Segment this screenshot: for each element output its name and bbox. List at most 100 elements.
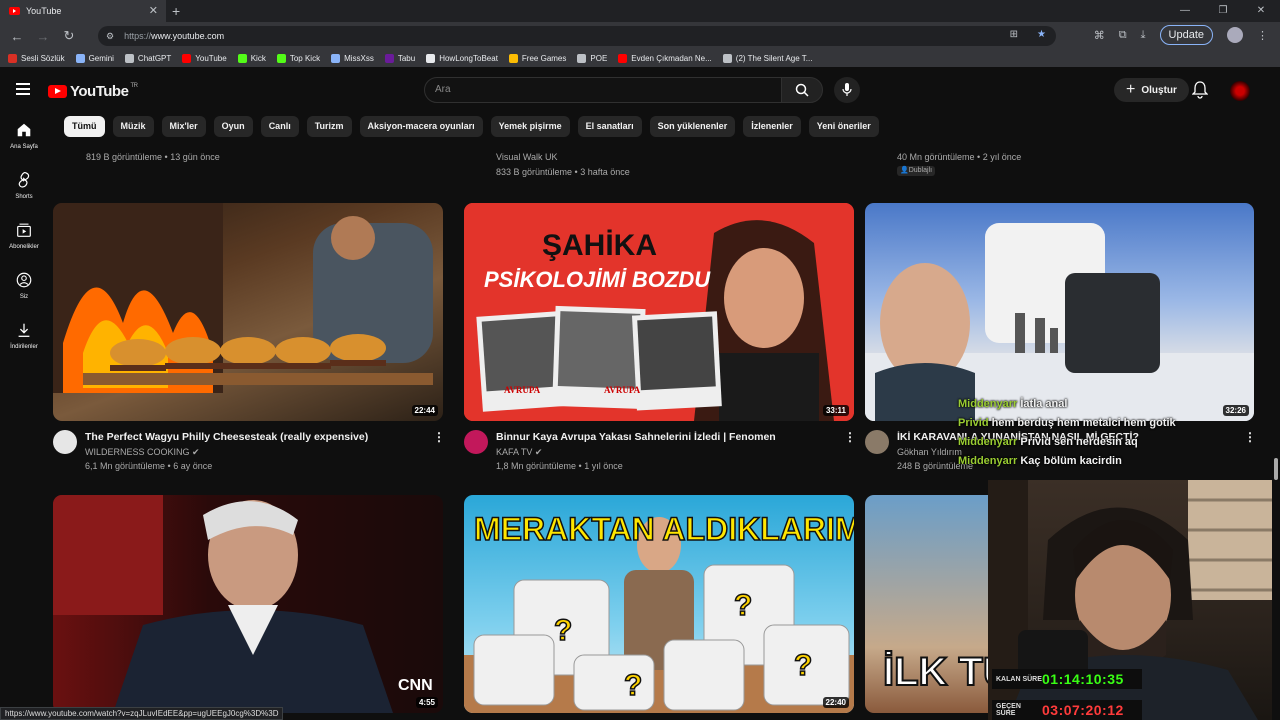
timer-value: 03:07:20:12	[1042, 702, 1124, 718]
filter-chip[interactable]: Yemek pişirme	[490, 116, 570, 137]
dubbed-icon: 👤	[900, 167, 909, 174]
thumbnail-headline: PSİKOLOJİMİ BOZDU	[484, 267, 711, 292]
bookmark-item[interactable]: Free Games	[508, 54, 566, 63]
page-scrollbar[interactable]	[1272, 72, 1280, 720]
video-meta: 6,1 Mn görüntüleme • 6 ay önce	[85, 461, 213, 471]
filter-chip[interactable]: Tümü	[64, 116, 105, 137]
close-tab-icon[interactable]: ✕	[149, 4, 158, 17]
downloads-icon[interactable]: ⤓	[1141, 29, 1146, 42]
bookmark-item[interactable]: ChatGPT	[124, 54, 171, 63]
profile-avatar[interactable]	[1227, 27, 1243, 43]
filter-chip[interactable]: İzlenenler	[743, 116, 801, 137]
bookmark-label: Kick	[250, 54, 266, 63]
bookmark-item[interactable]: MissXss	[331, 54, 374, 63]
channel-name[interactable]: KAFA TV ✔	[496, 447, 542, 458]
create-button[interactable]: + Oluştur	[1114, 78, 1189, 102]
sidebar-item-home[interactable]: Ana Sayfa	[0, 110, 48, 160]
filter-chip[interactable]: Turizm	[306, 116, 352, 137]
filter-chip[interactable]: Yeni öneriler	[808, 116, 879, 137]
video-duration: 22:40	[822, 697, 849, 708]
address-bar[interactable]: ⚙ https://www.youtube.com ⊞ ★	[98, 26, 1056, 46]
filter-chip[interactable]: Son yüklenenler	[649, 116, 736, 137]
voice-search-button[interactable]	[834, 77, 860, 103]
elapsed-time-timer: GEÇEN SÜRE 03:07:20:12	[992, 700, 1142, 720]
you-icon	[16, 272, 32, 287]
incognito-icon[interactable]: ⌘	[1094, 29, 1105, 42]
account-avatar[interactable]	[1230, 81, 1250, 101]
video-title[interactable]: Binnur Kaya Avrupa Yakası Sahnelerini İz…	[496, 431, 776, 443]
filter-chip[interactable]: Canlı	[260, 116, 299, 137]
svg-text:?: ?	[624, 669, 642, 702]
youtube-logo[interactable]: YouTube TR	[48, 83, 138, 100]
bookmark-item[interactable]: HowLongToBeat	[426, 54, 498, 63]
bookmark-item[interactable]: Tabu	[384, 54, 416, 63]
bookmark-item[interactable]: (2) The Silent Age T...	[722, 54, 812, 63]
menu-icon[interactable]: ⋮	[1257, 29, 1268, 42]
svg-text:CNN: CNN	[398, 677, 433, 694]
bookmark-item[interactable]: POE	[577, 54, 607, 63]
video-thumbnail[interactable]: 32:26	[865, 203, 1254, 421]
filter-chip[interactable]: Mix'ler	[161, 116, 206, 137]
video-thumbnail[interactable]: ???? MERAKTAN ALDIKLARIM 22:40	[464, 495, 854, 713]
bookmark-label: Sesli Sözlük	[21, 54, 65, 63]
channel-avatar[interactable]	[865, 430, 889, 454]
channel-avatar[interactable]	[464, 430, 488, 454]
url-scheme: https://	[124, 31, 152, 41]
chat-message: Privid hem berduş hem metalci hem gotik	[958, 417, 1176, 429]
site-info-icon[interactable]: ⚙	[106, 31, 114, 42]
youtube-header: YouTube TR Ara + Oluştur	[0, 72, 1272, 108]
close-window-icon[interactable]: ✕	[1242, 0, 1280, 22]
forward-icon[interactable]: →	[30, 29, 56, 44]
hamburger-menu-icon[interactable]	[16, 83, 30, 95]
sidebar-item-shorts[interactable]: Shorts	[0, 160, 48, 210]
timer-label: KALAN SÜRE	[996, 675, 1042, 683]
filter-chip[interactable]: El sanatları	[577, 116, 642, 137]
bookmark-star-icon[interactable]: ★	[1037, 29, 1046, 40]
minimize-icon[interactable]: —	[1166, 0, 1204, 22]
bookmark-label: HowLongToBeat	[439, 54, 498, 63]
bookmark-label: Tabu	[397, 54, 416, 63]
channel-avatar[interactable]	[53, 430, 77, 454]
new-tab-icon[interactable]: +	[172, 3, 180, 19]
search-button[interactable]	[781, 77, 823, 103]
extensions-icon[interactable]: ⧉	[1119, 29, 1127, 42]
bookmark-item[interactable]: Evden Çıkmadan Ne...	[618, 54, 712, 63]
bookmark-item[interactable]: Top Kick	[276, 54, 320, 63]
window-controls: — ❐ ✕	[1166, 0, 1280, 22]
bookmark-item[interactable]: Gemini	[75, 54, 114, 63]
reload-icon[interactable]: ↻	[56, 28, 82, 44]
video-thumbnail[interactable]: AVRUPA AVRUPA ŞAHİKA PSİKOLOJİMİ BOZDU 3…	[464, 203, 854, 421]
browser-tab-youtube[interactable]: YouTube ✕	[0, 0, 166, 22]
channel-name[interactable]: WILDERNESS COOKING ✔	[85, 447, 200, 458]
more-actions-icon[interactable]: ⋮	[433, 431, 445, 443]
channel-name[interactable]: Visual Walk UK	[496, 152, 558, 162]
filter-chip[interactable]: Müzik	[112, 116, 154, 137]
sidebar-item-subscriptions[interactable]: Abonelikler	[0, 210, 48, 260]
video-duration: 32:26	[1222, 405, 1249, 416]
tab-title: YouTube	[26, 6, 62, 16]
restore-icon[interactable]: ❐	[1204, 0, 1242, 22]
sidebar-item-you[interactable]: Siz	[0, 260, 48, 310]
notifications-bell-icon[interactable]	[1192, 81, 1208, 99]
video-thumbnail[interactable]: 22:44	[53, 203, 443, 421]
sidebar-item-downloads[interactable]: İndirilenler	[0, 310, 48, 360]
bookmark-item[interactable]: YouTube	[182, 54, 227, 63]
bookmark-item[interactable]: Sesli Sözlük	[8, 54, 65, 63]
more-actions-icon[interactable]: ⋮	[844, 431, 856, 443]
filter-chip[interactable]: Oyun	[213, 116, 253, 137]
filter-chip[interactable]: Aksiyon-macera oyunları	[359, 116, 483, 137]
video-title[interactable]: The Perfect Wagyu Philly Cheesesteak (re…	[85, 431, 368, 443]
scrollbar-thumb[interactable]	[1274, 458, 1278, 480]
more-actions-icon[interactable]: ⋮	[1244, 431, 1256, 443]
update-button[interactable]: Update	[1159, 25, 1213, 45]
microphone-icon	[842, 83, 852, 96]
chat-text: İatla anal	[1020, 398, 1068, 410]
channel-name[interactable]: Gökhan Yıldırım	[897, 447, 962, 457]
install-app-icon[interactable]: ⊞	[1010, 29, 1018, 40]
video-thumbnail[interactable]: CNN 4:55	[53, 495, 443, 713]
video-meta: 40 Mn görüntüleme • 2 yıl önce	[897, 152, 1022, 162]
bookmark-item[interactable]: Kick	[237, 54, 266, 63]
chat-message: Middenyarr İatla anal	[958, 398, 1067, 410]
search-input[interactable]: Ara	[424, 77, 782, 103]
back-icon[interactable]: ←	[4, 29, 30, 44]
